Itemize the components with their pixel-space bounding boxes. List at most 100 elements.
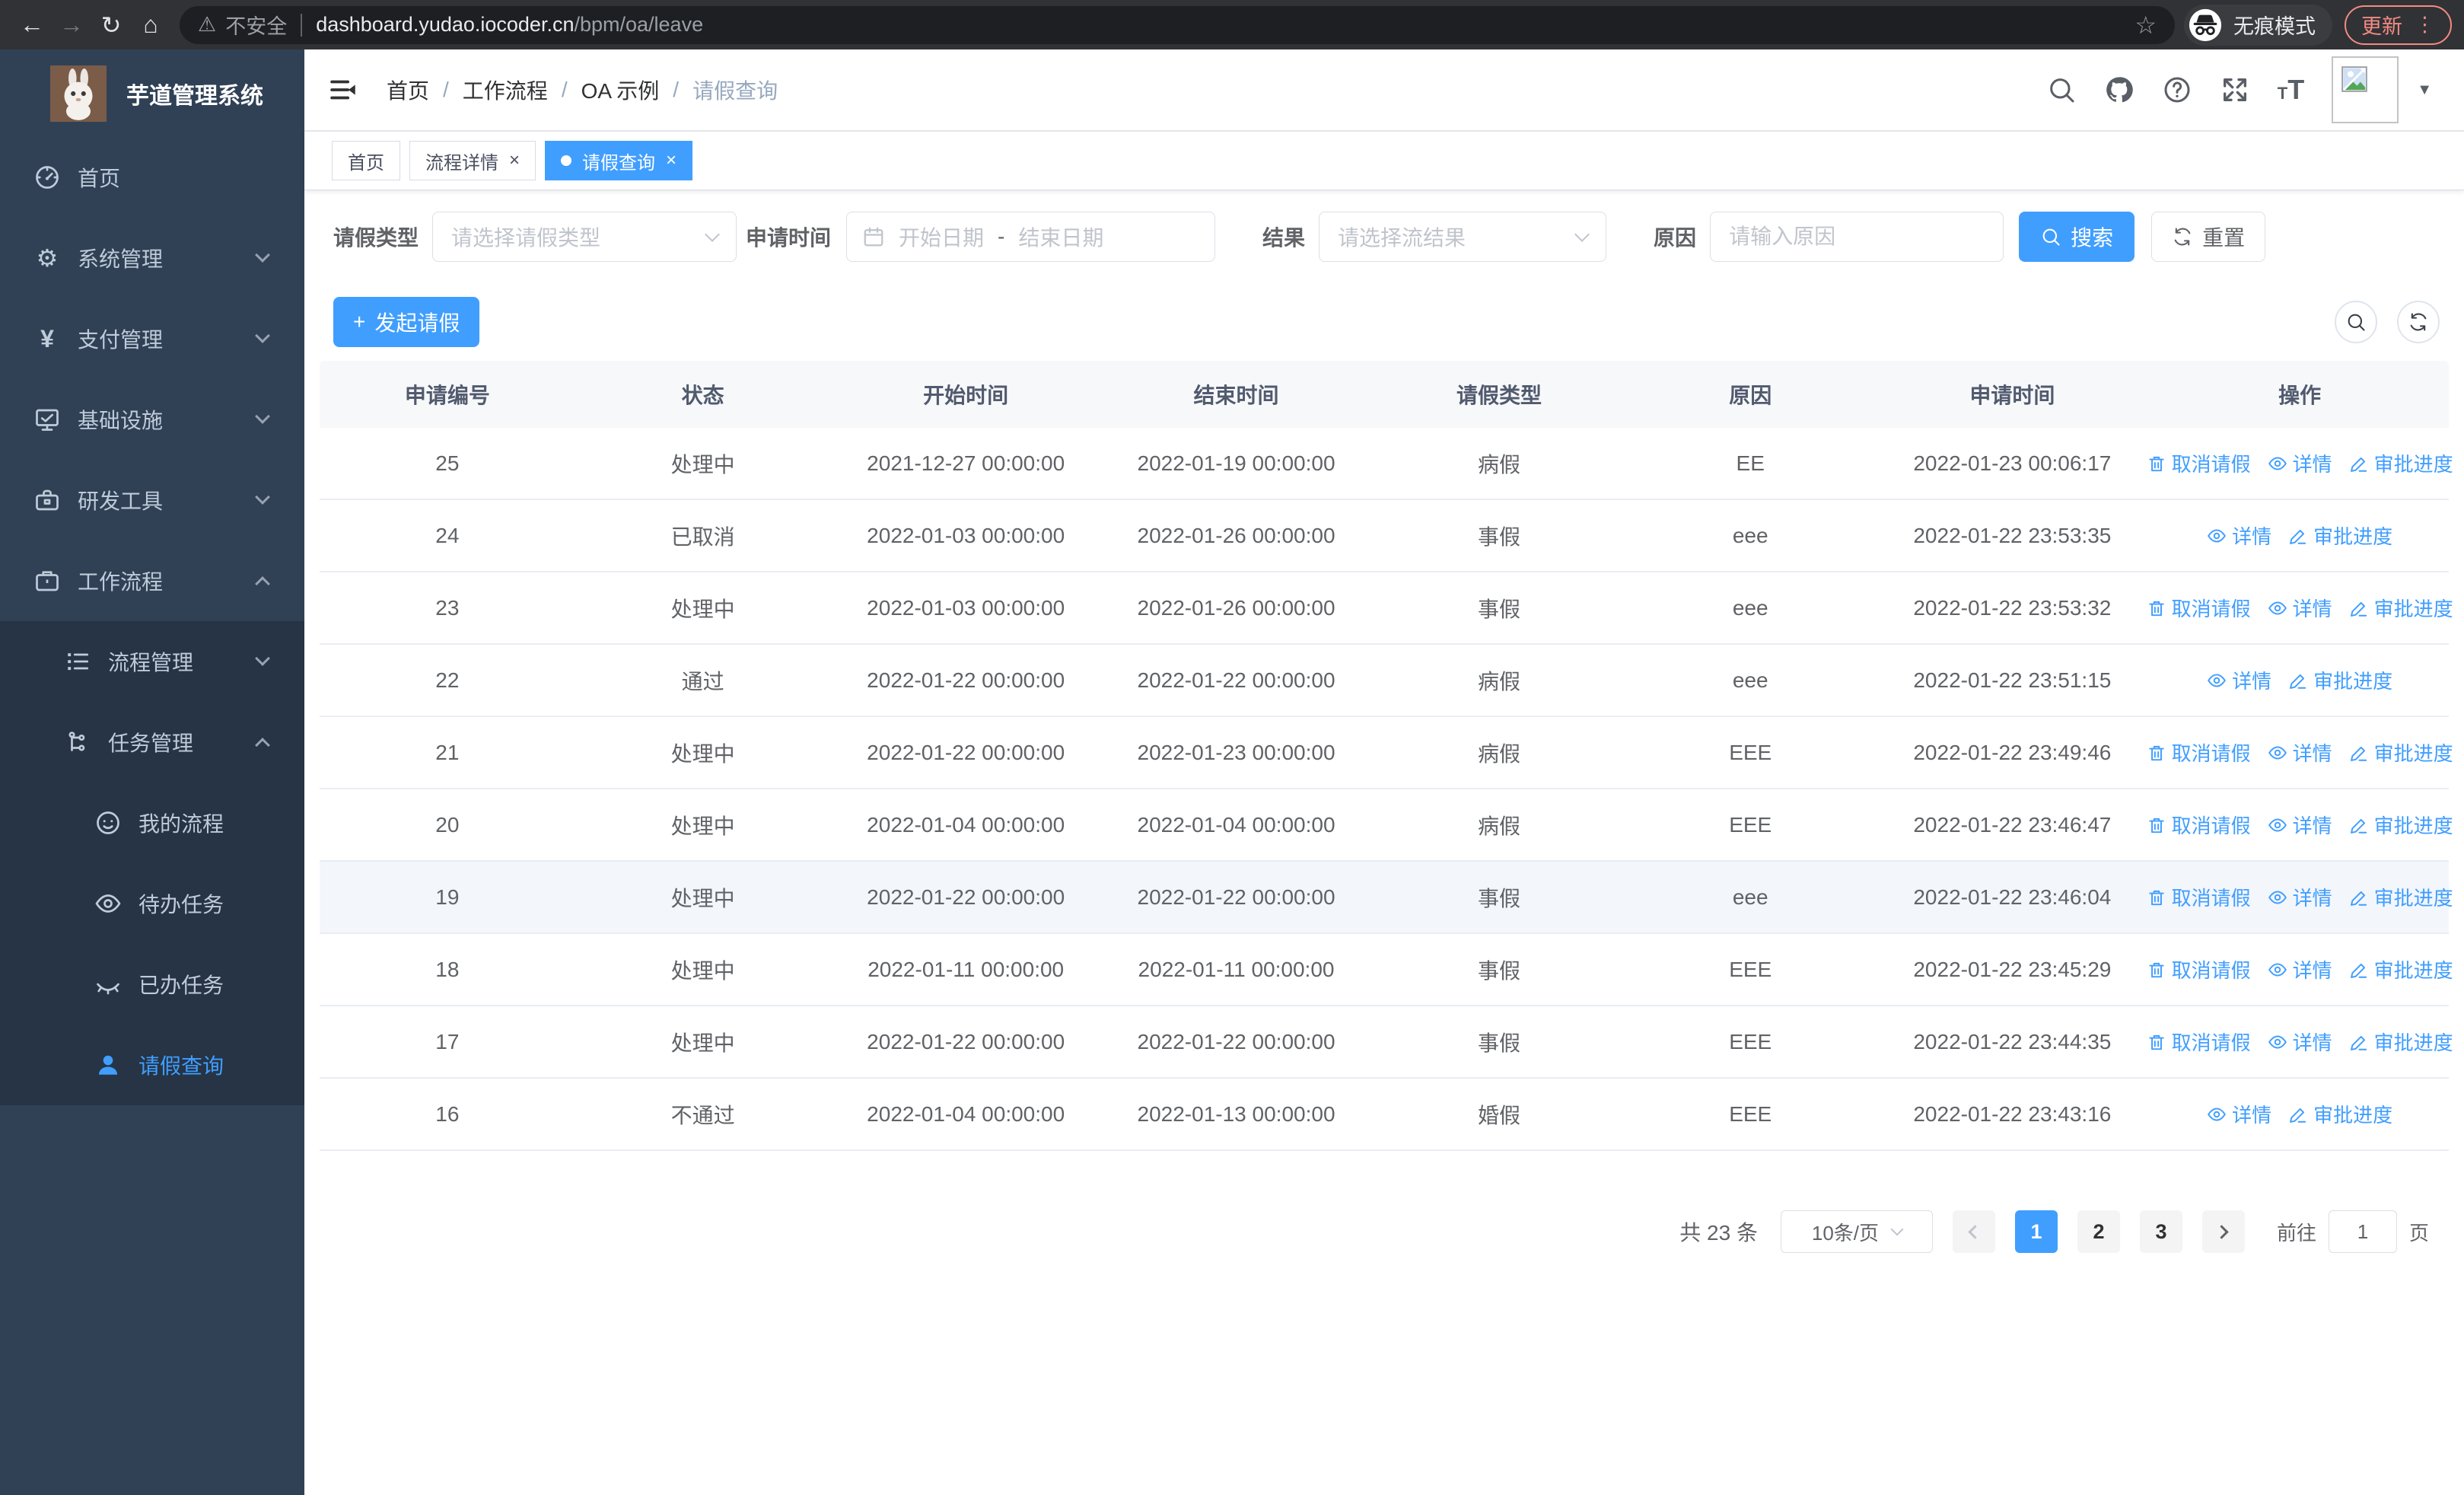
url-host: dashboard.yudao.iocoder.cn (316, 13, 575, 36)
workflow-submenu: 流程管理 任务管理 我的流程 待办任务 已办任务 请假查询 (0, 621, 304, 1105)
tab-home[interactable]: 首页 (332, 141, 400, 180)
cancel-leave-link[interactable]: 取消请假 (2147, 1028, 2251, 1056)
apply-time-range-picker[interactable]: 开始日期 - 结束日期 (846, 212, 1216, 262)
sidebar-item-done-tasks[interactable]: 已办任务 (0, 944, 304, 1025)
table-row: 19 处理中 2022-01-22 00:00:00 2022-01-22 00… (320, 862, 2453, 934)
cell-actions: 取消请假 详情 审批进度 (2147, 1028, 2453, 1056)
sidebar-item-home[interactable]: 首页 (0, 137, 304, 218)
cancel-leave-link[interactable]: 取消请假 (2147, 883, 2251, 911)
detail-link[interactable]: 详情 (2207, 1100, 2271, 1128)
font-size-icon[interactable]: TT (2278, 74, 2304, 106)
goto-label: 前往 (2276, 1221, 2316, 1245)
detail-link[interactable]: 详情 (2268, 449, 2332, 477)
close-icon[interactable]: × (509, 150, 520, 171)
cancel-leave-link[interactable]: 取消请假 (2147, 449, 2251, 477)
progress-link[interactable]: 审批进度 (2288, 521, 2392, 550)
create-leave-button[interactable]: + 发起请假 (333, 297, 480, 347)
detail-link[interactable]: 详情 (2268, 811, 2332, 839)
app-logo[interactable]: 芋道管理系统 (0, 49, 304, 137)
toggle-search-button[interactable] (2335, 301, 2377, 343)
address-bar[interactable]: ⚠ 不安全 dashboard.yudao.iocoder.cn/bpm/oa/… (180, 5, 2175, 44)
col-actions: 操作 (2278, 384, 2322, 407)
search-button[interactable]: 搜索 (2019, 212, 2135, 262)
page-button-1[interactable]: 1 (2014, 1210, 2058, 1253)
top-navbar: 首页 / 工作流程 / OA 示例 / 请假查询 TT ▼ (304, 49, 2464, 132)
eye-closed-icon (94, 971, 122, 998)
next-page-button[interactable] (2201, 1210, 2245, 1253)
detail-link[interactable]: 详情 (2268, 955, 2332, 983)
sidebar-item-dev-tools[interactable]: 研发工具 (0, 460, 304, 540)
progress-link[interactable]: 审批进度 (2349, 449, 2453, 477)
fullscreen-icon[interactable] (2220, 75, 2250, 105)
result-select[interactable]: 请选择流结果 (1319, 212, 1607, 262)
avatar[interactable] (2332, 56, 2399, 123)
kebab-menu-icon[interactable]: ⋮ (2415, 13, 2435, 37)
yen-icon: ¥ (40, 324, 54, 352)
browser-back-button[interactable]: ← (12, 5, 52, 45)
github-icon[interactable] (2104, 75, 2135, 105)
sidebar-item-todo-tasks[interactable]: 待办任务 (0, 863, 304, 944)
security-indicator[interactable]: ⚠ 不安全 (198, 10, 287, 40)
browser-reload-button[interactable]: ↻ (91, 5, 131, 45)
avatar-caret-icon[interactable]: ▼ (2417, 81, 2432, 99)
sidebar-item-payment[interactable]: ¥ 支付管理 (0, 298, 304, 379)
eye-icon (2268, 454, 2287, 473)
detail-link[interactable]: 详情 (2268, 883, 2332, 911)
sidebar-item-infrastructure[interactable]: 基础设施 (0, 379, 304, 460)
progress-link[interactable]: 审批进度 (2349, 1028, 2453, 1056)
pagination: 共 23 条 10条/页 1 2 3 前往 页 (320, 1210, 2449, 1253)
detail-link[interactable]: 详情 (2268, 738, 2332, 767)
browser-home-button[interactable]: ⌂ (131, 5, 170, 45)
breadcrumb-workflow[interactable]: 工作流程 (463, 75, 548, 105)
sidebar-item-process-management[interactable]: 流程管理 (0, 621, 304, 702)
page-button-2[interactable]: 2 (2077, 1210, 2120, 1253)
progress-link[interactable]: 审批进度 (2349, 811, 2453, 839)
breadcrumb-oa-example[interactable]: OA 示例 (581, 75, 660, 105)
tab-process-detail[interactable]: 流程详情 × (409, 141, 536, 180)
cell-actions: 取消请假 详情 审批进度 (2147, 811, 2453, 839)
breadcrumb-home[interactable]: 首页 (387, 75, 429, 105)
leave-type-select[interactable]: 请选择请假类型 (432, 212, 737, 262)
progress-link[interactable]: 审批进度 (2349, 594, 2453, 622)
sidebar-item-leave-query[interactable]: 请假查询 (0, 1025, 304, 1105)
sidebar-item-workflow[interactable]: 工作流程 (0, 540, 304, 621)
tab-leave-query[interactable]: 请假查询 × (545, 141, 693, 180)
progress-link[interactable]: 审批进度 (2288, 1100, 2392, 1128)
incognito-icon (2188, 8, 2223, 43)
breadcrumb-current: 请假查询 (692, 79, 778, 103)
browser-forward-button[interactable]: → (52, 5, 91, 45)
help-icon[interactable] (2162, 75, 2192, 105)
detail-link[interactable]: 详情 (2207, 521, 2271, 550)
sidebar-collapse-icon[interactable] (327, 74, 359, 106)
browser-update-button[interactable]: 更新 ⋮ (2345, 5, 2452, 45)
table-row: 24 已取消 2022-01-03 00:00:00 2022-01-26 00… (320, 500, 2449, 572)
sidebar-item-task-management[interactable]: 任务管理 (0, 702, 304, 783)
detail-link[interactable]: 详情 (2268, 1028, 2332, 1056)
detail-link[interactable]: 详情 (2268, 594, 2332, 622)
reason-input[interactable] (1710, 212, 2004, 262)
sidebar-item-system[interactable]: ⚙ 系统管理 (0, 218, 304, 298)
prev-page-button[interactable] (1952, 1210, 1995, 1253)
sidebar: 芋道管理系统 首页 ⚙ 系统管理 ¥ 支付管理 基础设施 研发工具 工作流程 流… (0, 49, 304, 1495)
cancel-leave-link[interactable]: 取消请假 (2147, 811, 2251, 839)
page-size-select[interactable]: 10条/页 (1780, 1210, 1933, 1253)
bookmark-star-icon[interactable]: ☆ (2135, 11, 2157, 40)
goto-page-input[interactable] (2328, 1210, 2397, 1253)
reset-button[interactable]: 重置 (2151, 212, 2266, 262)
search-icon[interactable] (2046, 75, 2077, 105)
progress-link[interactable]: 审批进度 (2288, 666, 2392, 694)
table-row: 25 处理中 2021-12-27 00:00:00 2022-01-19 00… (320, 428, 2453, 500)
tags-view: 首页 流程详情 × 请假查询 × (304, 132, 2464, 190)
chevron-right-icon (2214, 1224, 2230, 1239)
sidebar-item-my-process[interactable]: 我的流程 (0, 783, 304, 863)
progress-link[interactable]: 审批进度 (2349, 883, 2453, 911)
cancel-leave-link[interactable]: 取消请假 (2147, 955, 2251, 983)
progress-link[interactable]: 审批进度 (2349, 738, 2453, 767)
detail-link[interactable]: 详情 (2207, 666, 2271, 694)
cancel-leave-link[interactable]: 取消请假 (2147, 594, 2251, 622)
cancel-leave-link[interactable]: 取消请假 (2147, 738, 2251, 767)
page-button-3[interactable]: 3 (2139, 1210, 2182, 1253)
close-icon[interactable]: × (666, 150, 676, 171)
refresh-table-button[interactable] (2397, 301, 2440, 343)
progress-link[interactable]: 审批进度 (2349, 955, 2453, 983)
